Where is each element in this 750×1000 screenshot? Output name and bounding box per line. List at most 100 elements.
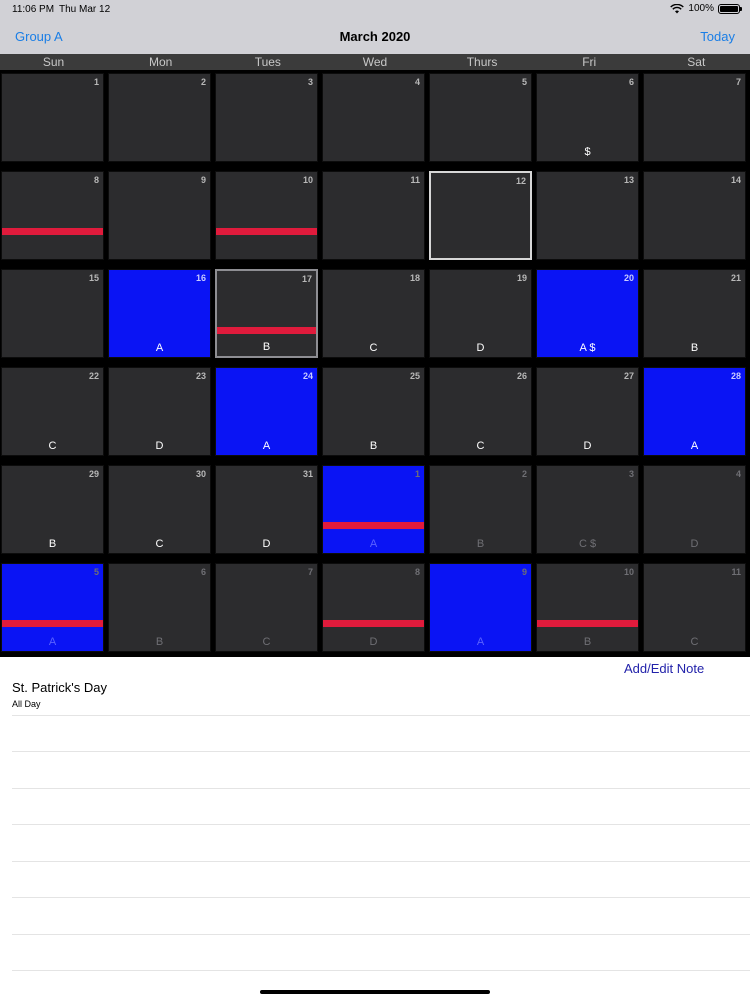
day-cell[interactable]: 12 — [429, 171, 532, 260]
day-cell[interactable]: 1 — [1, 73, 104, 162]
day-number: 14 — [730, 175, 741, 185]
day-number: 30 — [195, 469, 206, 479]
day-number: 31 — [302, 469, 313, 479]
weekday-header: Sun Mon Tues Wed Thurs Fri Sat — [0, 54, 750, 70]
day-cell[interactable]: 11 C — [643, 563, 746, 652]
day-number: 16 — [195, 273, 206, 283]
day-cell[interactable]: 26 C — [429, 367, 532, 456]
month-title: March 2020 — [339, 29, 411, 44]
day-cell[interactable]: 11 — [322, 171, 425, 260]
weekday-label: Fri — [582, 55, 597, 69]
day-label: C — [155, 538, 164, 550]
day-cell[interactable]: 9 — [108, 171, 211, 260]
day-number: 7 — [307, 567, 313, 577]
day-cell[interactable]: 15 — [1, 269, 104, 358]
status-time: 11:06 PM — [12, 4, 55, 15]
day-cell[interactable]: 1A — [322, 465, 425, 554]
day-cell[interactable]: 2 — [108, 73, 211, 162]
day-cell[interactable]: 17 B — [215, 269, 318, 358]
day-number: 6 — [200, 567, 206, 577]
day-label: D — [369, 636, 378, 648]
day-number: 19 — [516, 273, 527, 283]
home-indicator — [260, 990, 490, 994]
day-label: B — [155, 636, 164, 648]
day-cell[interactable]: 4D — [643, 465, 746, 554]
day-label: C — [476, 440, 485, 452]
day-cell[interactable]: 3 — [215, 73, 318, 162]
day-cell[interactable]: 5 — [429, 73, 532, 162]
day-cell[interactable]: 2B — [429, 465, 532, 554]
weekday-label: Mon — [149, 55, 173, 69]
day-cell[interactable]: 28 A — [643, 367, 746, 456]
day-number: 24 — [302, 371, 313, 381]
day-label: A — [262, 440, 271, 452]
day-number: 8 — [93, 175, 99, 185]
day-cell[interactable]: 22 C — [1, 367, 104, 456]
day-number: 8 — [414, 567, 420, 577]
day-number: 11 — [731, 567, 741, 577]
day-label: A — [155, 342, 164, 354]
day-cell[interactable]: 14 — [643, 171, 746, 260]
day-cell[interactable]: 25 B — [322, 367, 425, 456]
day-cell[interactable]: 31 D — [215, 465, 318, 554]
day-cell[interactable]: 29 B — [1, 465, 104, 554]
day-cell[interactable]: 13 — [536, 171, 639, 260]
day-number: 5 — [93, 567, 99, 577]
weekday-label: Thurs — [466, 55, 498, 69]
day-cell[interactable]: 18 C — [322, 269, 425, 358]
day-number: 10 — [623, 567, 634, 577]
day-cell[interactable]: 20 A $ — [536, 269, 639, 358]
day-label: B — [583, 636, 592, 648]
divider — [12, 751, 750, 752]
day-cell[interactable]: 4 — [322, 73, 425, 162]
day-cell[interactable]: 3 C $ — [536, 465, 639, 554]
day-label: B — [262, 341, 271, 353]
day-cell[interactable]: 24 A — [215, 367, 318, 456]
day-cell[interactable]: 9A — [429, 563, 532, 652]
day-label: B — [476, 538, 485, 550]
day-cell[interactable]: 10 — [215, 171, 318, 260]
divider — [12, 934, 750, 935]
day-number: 15 — [88, 273, 99, 283]
day-cell[interactable]: 16 A — [108, 269, 211, 358]
nav-bar: Group A March 2020 Today — [0, 20, 750, 54]
event-bar — [323, 522, 424, 529]
day-number: 1 — [93, 77, 99, 87]
event-bar — [2, 620, 103, 627]
day-number: 17 — [301, 274, 312, 284]
day-number: 4 — [735, 469, 741, 479]
day-cell[interactable]: 10 B — [536, 563, 639, 652]
day-number: 3 — [628, 469, 634, 479]
day-cell[interactable]: 8D — [322, 563, 425, 652]
day-label: A — [369, 538, 378, 550]
today-button[interactable]: Today — [700, 29, 735, 44]
day-cell[interactable]: 21 B — [643, 269, 746, 358]
day-cell[interactable]: 5A — [1, 563, 104, 652]
day-cell[interactable]: 7 — [643, 73, 746, 162]
calendar-grid: Sun Mon Tues Wed Thurs Fri Sat 1 2 3 4 5 6 $7 8 9 10 11 1… — [0, 54, 750, 657]
day-label: D — [690, 538, 699, 550]
day-number: 13 — [623, 175, 634, 185]
day-cell[interactable]: 8 — [1, 171, 104, 260]
add-edit-note-button[interactable]: Add/Edit Note — [624, 661, 704, 676]
day-cell[interactable]: 6B — [108, 563, 211, 652]
divider — [12, 715, 750, 716]
wifi-icon — [670, 3, 685, 13]
day-label: C — [262, 636, 271, 648]
day-label: C — [48, 440, 57, 452]
day-cell[interactable]: 23 D — [108, 367, 211, 456]
event-title[interactable]: St. Patrick's Day — [12, 680, 107, 695]
day-cell[interactable]: 27 D — [536, 367, 639, 456]
day-number: 26 — [516, 371, 527, 381]
weekday-label: Sat — [687, 55, 706, 69]
day-cell[interactable]: 7C — [215, 563, 318, 652]
day-number: 7 — [735, 77, 741, 87]
day-cell[interactable]: 6 $ — [536, 73, 639, 162]
weekday-label: Wed — [362, 55, 388, 69]
event-subtitle: All Day — [12, 699, 41, 709]
day-number: 6 — [628, 77, 634, 87]
day-cell[interactable]: 30 C — [108, 465, 211, 554]
day-label: C — [690, 636, 699, 648]
day-cell[interactable]: 19 D — [429, 269, 532, 358]
day-number: 1 — [414, 469, 420, 479]
